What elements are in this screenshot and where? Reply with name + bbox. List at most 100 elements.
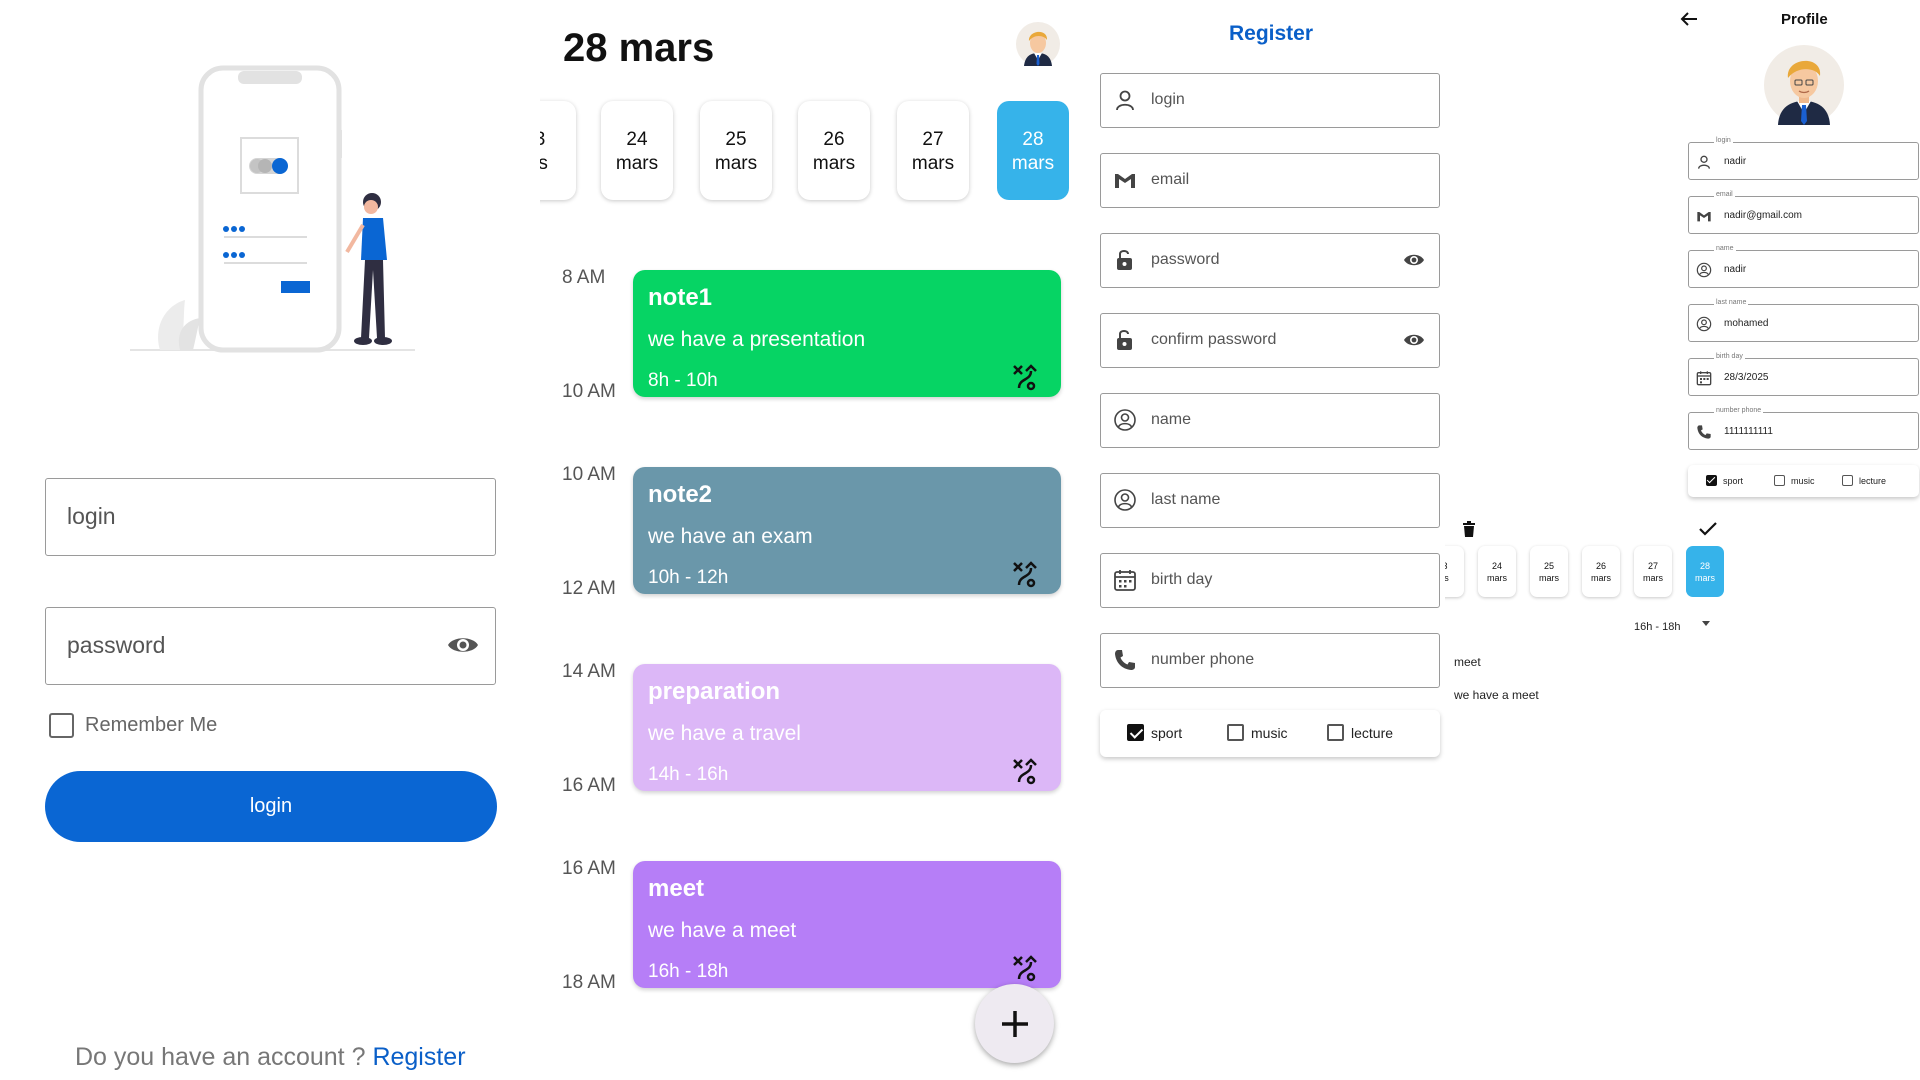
login-button[interactable]: login (45, 771, 497, 842)
profile-interests-group: sport music lecture (1688, 465, 1919, 497)
day-chip[interactable]: 25 mars (1530, 546, 1568, 597)
day-chip[interactable]: 27 mars (897, 101, 969, 200)
lock-open-icon (1113, 328, 1137, 352)
time-label: 10 AM (562, 464, 616, 485)
account-circle-icon (1113, 408, 1137, 432)
phone-icon (1113, 648, 1137, 672)
note-hours: 8h - 10h (648, 370, 718, 391)
music-checkbox[interactable] (1774, 475, 1785, 486)
day-chip[interactable]: 26 mars (798, 101, 870, 200)
note-description: we have a meet (648, 919, 797, 942)
time-label: 18 AM (562, 972, 616, 993)
eye-icon[interactable] (447, 633, 479, 657)
person-icon (1696, 154, 1712, 170)
login-input[interactable]: login (45, 478, 496, 556)
shuffle-icon[interactable] (1011, 954, 1039, 982)
note-hours: 16h - 18h (648, 961, 729, 982)
note-description: we have a presentation (648, 328, 866, 351)
note-card[interactable]: note2 we have an exam 10h - 12h (633, 467, 1061, 594)
profile-title: Profile (1781, 11, 1828, 28)
person-icon (1113, 88, 1137, 112)
calendar-icon (1113, 568, 1137, 592)
chevron-down-icon[interactable] (1702, 621, 1710, 626)
login-illustration (125, 60, 425, 360)
note-title: note1 (648, 284, 713, 311)
day-chip[interactable]: 3rs (1445, 546, 1464, 597)
avatar[interactable] (1016, 22, 1060, 66)
check-icon[interactable] (1699, 522, 1717, 536)
phone-icon (1696, 424, 1712, 440)
lecture-checkbox[interactable] (1327, 724, 1344, 741)
arrow-left-icon[interactable] (1680, 11, 1698, 27)
page-title: 28 mars (563, 26, 715, 70)
profile-login-field[interactable]: login nadir (1688, 137, 1919, 180)
account-circle-icon (1696, 316, 1712, 332)
interests-group: sport music lecture (1100, 710, 1440, 757)
password-input[interactable]: password (45, 607, 496, 685)
day-chip[interactable]: 27 mars (1634, 546, 1672, 597)
time-label: 16 AM (562, 858, 616, 879)
day-strip: 3rs 24mars 25mars 26mars 27mars 28mars (540, 95, 1070, 210)
day-chip[interactable]: 3rs (540, 101, 576, 200)
sport-checkbox[interactable] (1127, 724, 1144, 741)
note-card[interactable]: note1 we have a presentation 8h - 10h (633, 270, 1061, 397)
note-title-field[interactable]: meet (1454, 655, 1481, 669)
note-title: preparation (648, 678, 781, 705)
gmail-icon (1696, 208, 1712, 224)
day-chip-selected[interactable]: 28 mars (1686, 546, 1724, 597)
register-confirm-password-field[interactable]: confirm password (1100, 313, 1440, 368)
calendar-icon (1696, 370, 1712, 386)
profile-phone-field[interactable]: number phone 1111111111 (1688, 407, 1919, 450)
sport-checkbox[interactable] (1706, 475, 1717, 486)
eye-icon[interactable] (1403, 252, 1425, 268)
login-input-placeholder: login (67, 503, 116, 529)
profile-avatar[interactable] (1764, 45, 1844, 125)
note-description-field[interactable]: we have a meet (1454, 688, 1539, 702)
account-circle-icon (1113, 488, 1137, 512)
password-input-placeholder: password (67, 632, 166, 658)
shuffle-icon[interactable] (1011, 757, 1039, 785)
time-label: 16 AM (562, 775, 616, 796)
time-range-select[interactable]: 16h - 18h (1634, 617, 1680, 635)
register-name-field[interactable]: name (1100, 393, 1440, 448)
day-chip[interactable]: 24 mars (1478, 546, 1516, 597)
profile-birth-day-field[interactable]: birth day 28/3/2025 (1688, 353, 1919, 396)
gmail-icon (1113, 168, 1137, 192)
register-phone-field[interactable]: number phone (1100, 633, 1440, 688)
profile-name-field[interactable]: name nadir (1688, 245, 1919, 288)
note-hours: 14h - 16h (648, 764, 729, 785)
register-login-field[interactable]: login (1100, 73, 1440, 128)
account-prompt: Do you have an account ? Register (75, 1043, 466, 1072)
account-question: Do you have an account ? (75, 1043, 366, 1071)
profile-last-name-field[interactable]: last name mohamed (1688, 299, 1919, 342)
note-hours: 10h - 12h (648, 567, 729, 588)
day-chip[interactable]: 25 mars (700, 101, 772, 200)
register-birth-day-field[interactable]: birth day (1100, 553, 1440, 608)
remember-me-checkbox[interactable] (49, 713, 74, 738)
music-label: music (1251, 725, 1288, 741)
note-title: meet (648, 875, 705, 902)
register-link[interactable]: Register (372, 1043, 465, 1071)
day-chip[interactable]: 26 mars (1582, 546, 1620, 597)
shuffle-icon[interactable] (1011, 363, 1039, 391)
trash-icon[interactable] (1462, 521, 1476, 537)
add-note-button[interactable] (975, 984, 1054, 1063)
profile-email-field[interactable]: email nadir@gmail.com (1688, 191, 1919, 234)
time-label: 10 AM (562, 381, 616, 402)
register-password-field[interactable]: password (1100, 233, 1440, 288)
mini-day-strip: 3rs 24mars 25mars 26mars 27mars 28mars (1445, 540, 1735, 604)
lecture-checkbox[interactable] (1842, 475, 1853, 486)
day-chip-selected[interactable]: 28 mars (997, 101, 1069, 200)
note-card[interactable]: preparation we have a travel 14h - 16h (633, 664, 1061, 791)
shuffle-icon[interactable] (1011, 560, 1039, 588)
register-last-name-field[interactable]: last name (1100, 473, 1440, 528)
note-description: we have a travel (648, 722, 801, 745)
note-description: we have an exam (648, 525, 813, 548)
note-card[interactable]: meet we have a meet 16h - 18h (633, 861, 1061, 988)
music-checkbox[interactable] (1227, 724, 1244, 741)
day-chip[interactable]: 24 mars (601, 101, 673, 200)
plus-icon (998, 1007, 1032, 1041)
register-email-field[interactable]: email (1100, 153, 1440, 208)
eye-icon[interactable] (1403, 332, 1425, 348)
time-label: 8 AM (562, 267, 606, 288)
